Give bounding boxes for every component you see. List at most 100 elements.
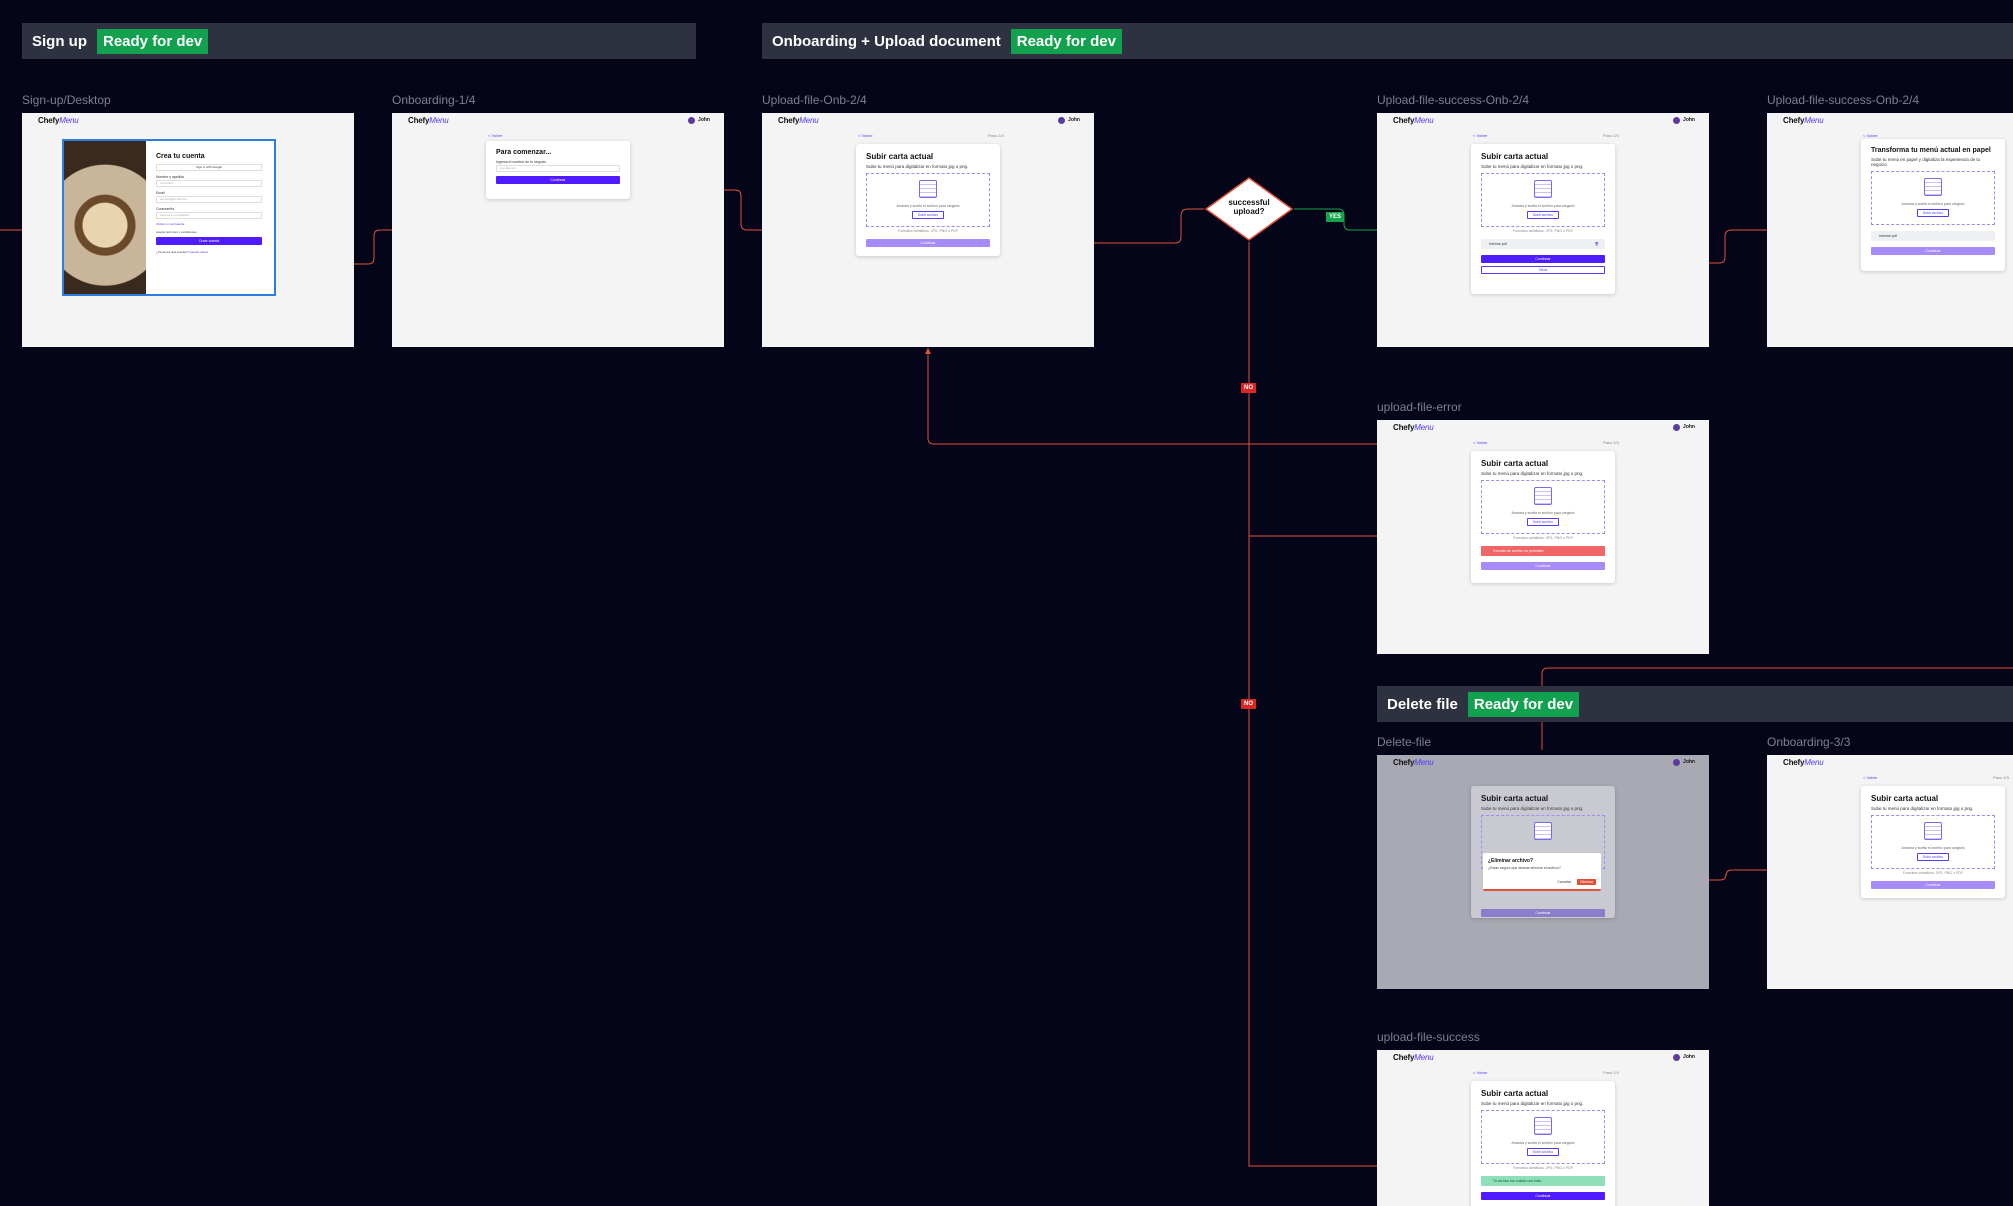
upload-file-button[interactable]: Subir archivo	[1527, 1148, 1559, 1156]
continue-button[interactable]: Continuar	[1871, 247, 1995, 255]
step-indicator: Paso 3/3	[1993, 775, 2009, 780]
frame-label: Upload-file-Onb-2/4	[762, 93, 867, 107]
upload-file-button[interactable]: Subir archivo	[1917, 853, 1949, 861]
topbar: ChefyMenu	[1767, 113, 2013, 127]
dropzone[interactable]: Arrastra y suelta el archivo para cargar…	[1481, 1110, 1605, 1164]
frame-upload-success-onb-2a[interactable]: ChefyMenu John < Volver Paso 2/4 Subir c…	[1377, 113, 1709, 347]
arrowhead-retry	[925, 348, 931, 354]
continue-button[interactable]: Continuar	[866, 239, 990, 247]
logo: ChefyMenu	[408, 115, 449, 125]
continue-button[interactable]: Continuar	[1481, 562, 1605, 570]
upload-card: Subir carta actual Sube tu menú para dig…	[1861, 786, 2005, 898]
trash-icon[interactable]: 🗑	[1595, 239, 1599, 249]
food-photo	[64, 141, 146, 294]
format-hint: Formatos admitidos: JPG, PNG o PDF	[898, 229, 958, 233]
frame-upload-file-error[interactable]: ChefyMenu John < Volver Paso 2/4 Subir c…	[1377, 420, 1709, 654]
frame-label: Upload-file-success-Onb-2/4	[1767, 93, 1920, 107]
other-button[interactable]: Otros	[1481, 266, 1605, 274]
user-menu[interactable]: John	[1673, 116, 1695, 124]
continue-button[interactable]: Continuar	[1481, 255, 1605, 263]
document-icon	[1924, 822, 1942, 840]
email-label: Email	[156, 191, 165, 195]
email-field[interactable]: ejemplo@email.com	[156, 196, 262, 203]
no-tag: NO	[1241, 383, 1256, 393]
user-menu[interactable]: John	[1673, 1053, 1695, 1061]
frame-onboarding-3[interactable]: ChefyMenu < Volver Paso 3/3 Subir carta …	[1767, 755, 2013, 989]
back-link[interactable]: < Volver	[1473, 1070, 1488, 1075]
terms-checkbox[interactable]: Acepto términos y condiciones	[156, 230, 262, 234]
topbar: ChefyMenu John	[1377, 1050, 1709, 1064]
back-link[interactable]: < Volver	[1473, 133, 1488, 138]
back-link[interactable]: < Volver	[1473, 440, 1488, 445]
login-link[interactable]: Ingresar ahora	[188, 250, 208, 254]
frame-label: upload-file-error	[1377, 400, 1462, 414]
upload-title: Subir carta actual	[1871, 794, 1939, 803]
upload-file-button[interactable]: Subir archivo	[1527, 211, 1559, 219]
upload-card: Subir carta actual Sube tu menú para dig…	[856, 144, 1000, 256]
dropzone[interactable]: Arrastra y suelta el archivo para cargar…	[866, 173, 990, 227]
upload-title: Subir carta actual	[1481, 1089, 1549, 1098]
user-menu[interactable]: John	[1673, 758, 1695, 766]
document-icon	[1534, 180, 1552, 198]
upload-card: Subir carta actual Sube tu menú para dig…	[1471, 1081, 1615, 1206]
frame-upload-file-success[interactable]: ChefyMenu John < Volver Paso 2/4 Subir c…	[1377, 1050, 1709, 1206]
create-account-button[interactable]: Crear cuenta	[156, 237, 262, 245]
upload-title: Subir carta actual	[1481, 794, 1549, 803]
user-menu[interactable]: John	[1058, 116, 1080, 124]
frame-signup-desktop[interactable]: ChefyMenu Crea tu cuenta Sign in with Go…	[22, 113, 354, 347]
password-label: Contraseña	[156, 207, 175, 211]
dropzone[interactable]: Arrastra y suelta el archivo para cargar…	[1871, 171, 1995, 225]
document-icon	[919, 180, 937, 198]
user-menu[interactable]: John	[688, 116, 710, 124]
back-link[interactable]: < Volver	[488, 133, 503, 138]
dropzone[interactable]: Arrastra y suelta el archivo para cargar…	[1481, 480, 1605, 534]
back-link[interactable]: < Volver	[1863, 133, 1878, 138]
decision-line-1: successful	[1228, 198, 1270, 207]
google-signin-button[interactable]: Sign in with Google	[156, 164, 262, 171]
step-indicator: Paso 2/4	[1603, 133, 1619, 138]
transform-subtitle: Sube tu menú en papel y digitaliza la ex…	[1871, 157, 1981, 167]
back-link[interactable]: < Volver	[1863, 775, 1878, 780]
name-label: Nombre y apellido	[156, 175, 185, 179]
delete-modal-text: ¿Estás seguro que deseas eliminar el arc…	[1488, 866, 1561, 870]
avatar	[688, 116, 696, 124]
back-link[interactable]: < Volver	[858, 133, 873, 138]
signup-card: Crea tu cuenta Sign in with Google Nombr…	[62, 139, 276, 296]
password-field[interactable]: Ingresa tu contraseña	[156, 212, 262, 219]
frame-upload-success-onb-2b[interactable]: ChefyMenu < Volver Transforma tu menú ac…	[1767, 113, 2013, 347]
frame-label: upload-file-success	[1377, 1030, 1480, 1044]
onboarding-card: Para comenzar... Ingresa el nombre de tu…	[486, 141, 630, 199]
cancel-button[interactable]: Cancelar	[1554, 879, 1574, 885]
document-icon	[1924, 178, 1942, 196]
topbar: ChefyMenu	[1767, 755, 2013, 769]
user-menu[interactable]: John	[1673, 423, 1695, 431]
document-icon	[1534, 1117, 1552, 1135]
continue-button[interactable]: Continuar	[1871, 881, 1995, 889]
drop-text: Arrastra y suelta el archivo para cargar…	[896, 204, 960, 208]
upload-file-button[interactable]: Subir archivo	[1917, 209, 1949, 217]
forgot-password-link[interactable]: Olvidé mi contraseña	[156, 222, 262, 226]
transform-card: Transforma tu menú actual en papel Sube …	[1861, 139, 2005, 271]
continue-button[interactable]: Continuar	[496, 176, 620, 184]
name-field[interactable]: Juan Ruiz	[156, 180, 262, 187]
delete-button[interactable]: Eliminar	[1577, 879, 1596, 885]
drop-text: Arrastra y suelta el archivo para cargar…	[1511, 511, 1575, 515]
logo: ChefyMenu	[1393, 757, 1434, 767]
upload-file-button[interactable]: Subir archivo	[1527, 518, 1559, 526]
frame-onboarding-1[interactable]: ChefyMenu John < Volver Para comenzar...…	[392, 113, 724, 347]
logo: ChefyMenu	[1393, 1052, 1434, 1062]
logo: ChefyMenu	[1393, 422, 1434, 432]
continue-button[interactable]: Continuar	[1481, 1192, 1605, 1200]
upload-file-button[interactable]: Subir archivo	[912, 211, 944, 219]
dropzone[interactable]: Arrastra y suelta el archivo para cargar…	[1481, 173, 1605, 227]
business-name-field[interactable]: Los Álamos	[496, 165, 620, 172]
transform-title: Transforma tu menú actual en papel	[1871, 147, 1991, 154]
format-hint: Formatos admitidos: JPG, PNG o PDF	[1513, 229, 1573, 233]
dropzone[interactable]: Arrastra y suelta el archivo para cargar…	[1871, 815, 1995, 869]
frame-upload-onb-2[interactable]: ChefyMenu John < Volver Paso 2/4 Subir c…	[762, 113, 1094, 347]
upload-title: Subir carta actual	[1481, 152, 1549, 161]
status-badge: Ready for dev	[1467, 691, 1580, 717]
section-header-onboarding: Onboarding + Upload document Ready for d…	[762, 23, 2013, 59]
frame-delete-file[interactable]: ChefyMenu John Subir carta actual Sube t…	[1377, 755, 1709, 989]
frame-label: Onboarding-1/4	[392, 93, 476, 107]
